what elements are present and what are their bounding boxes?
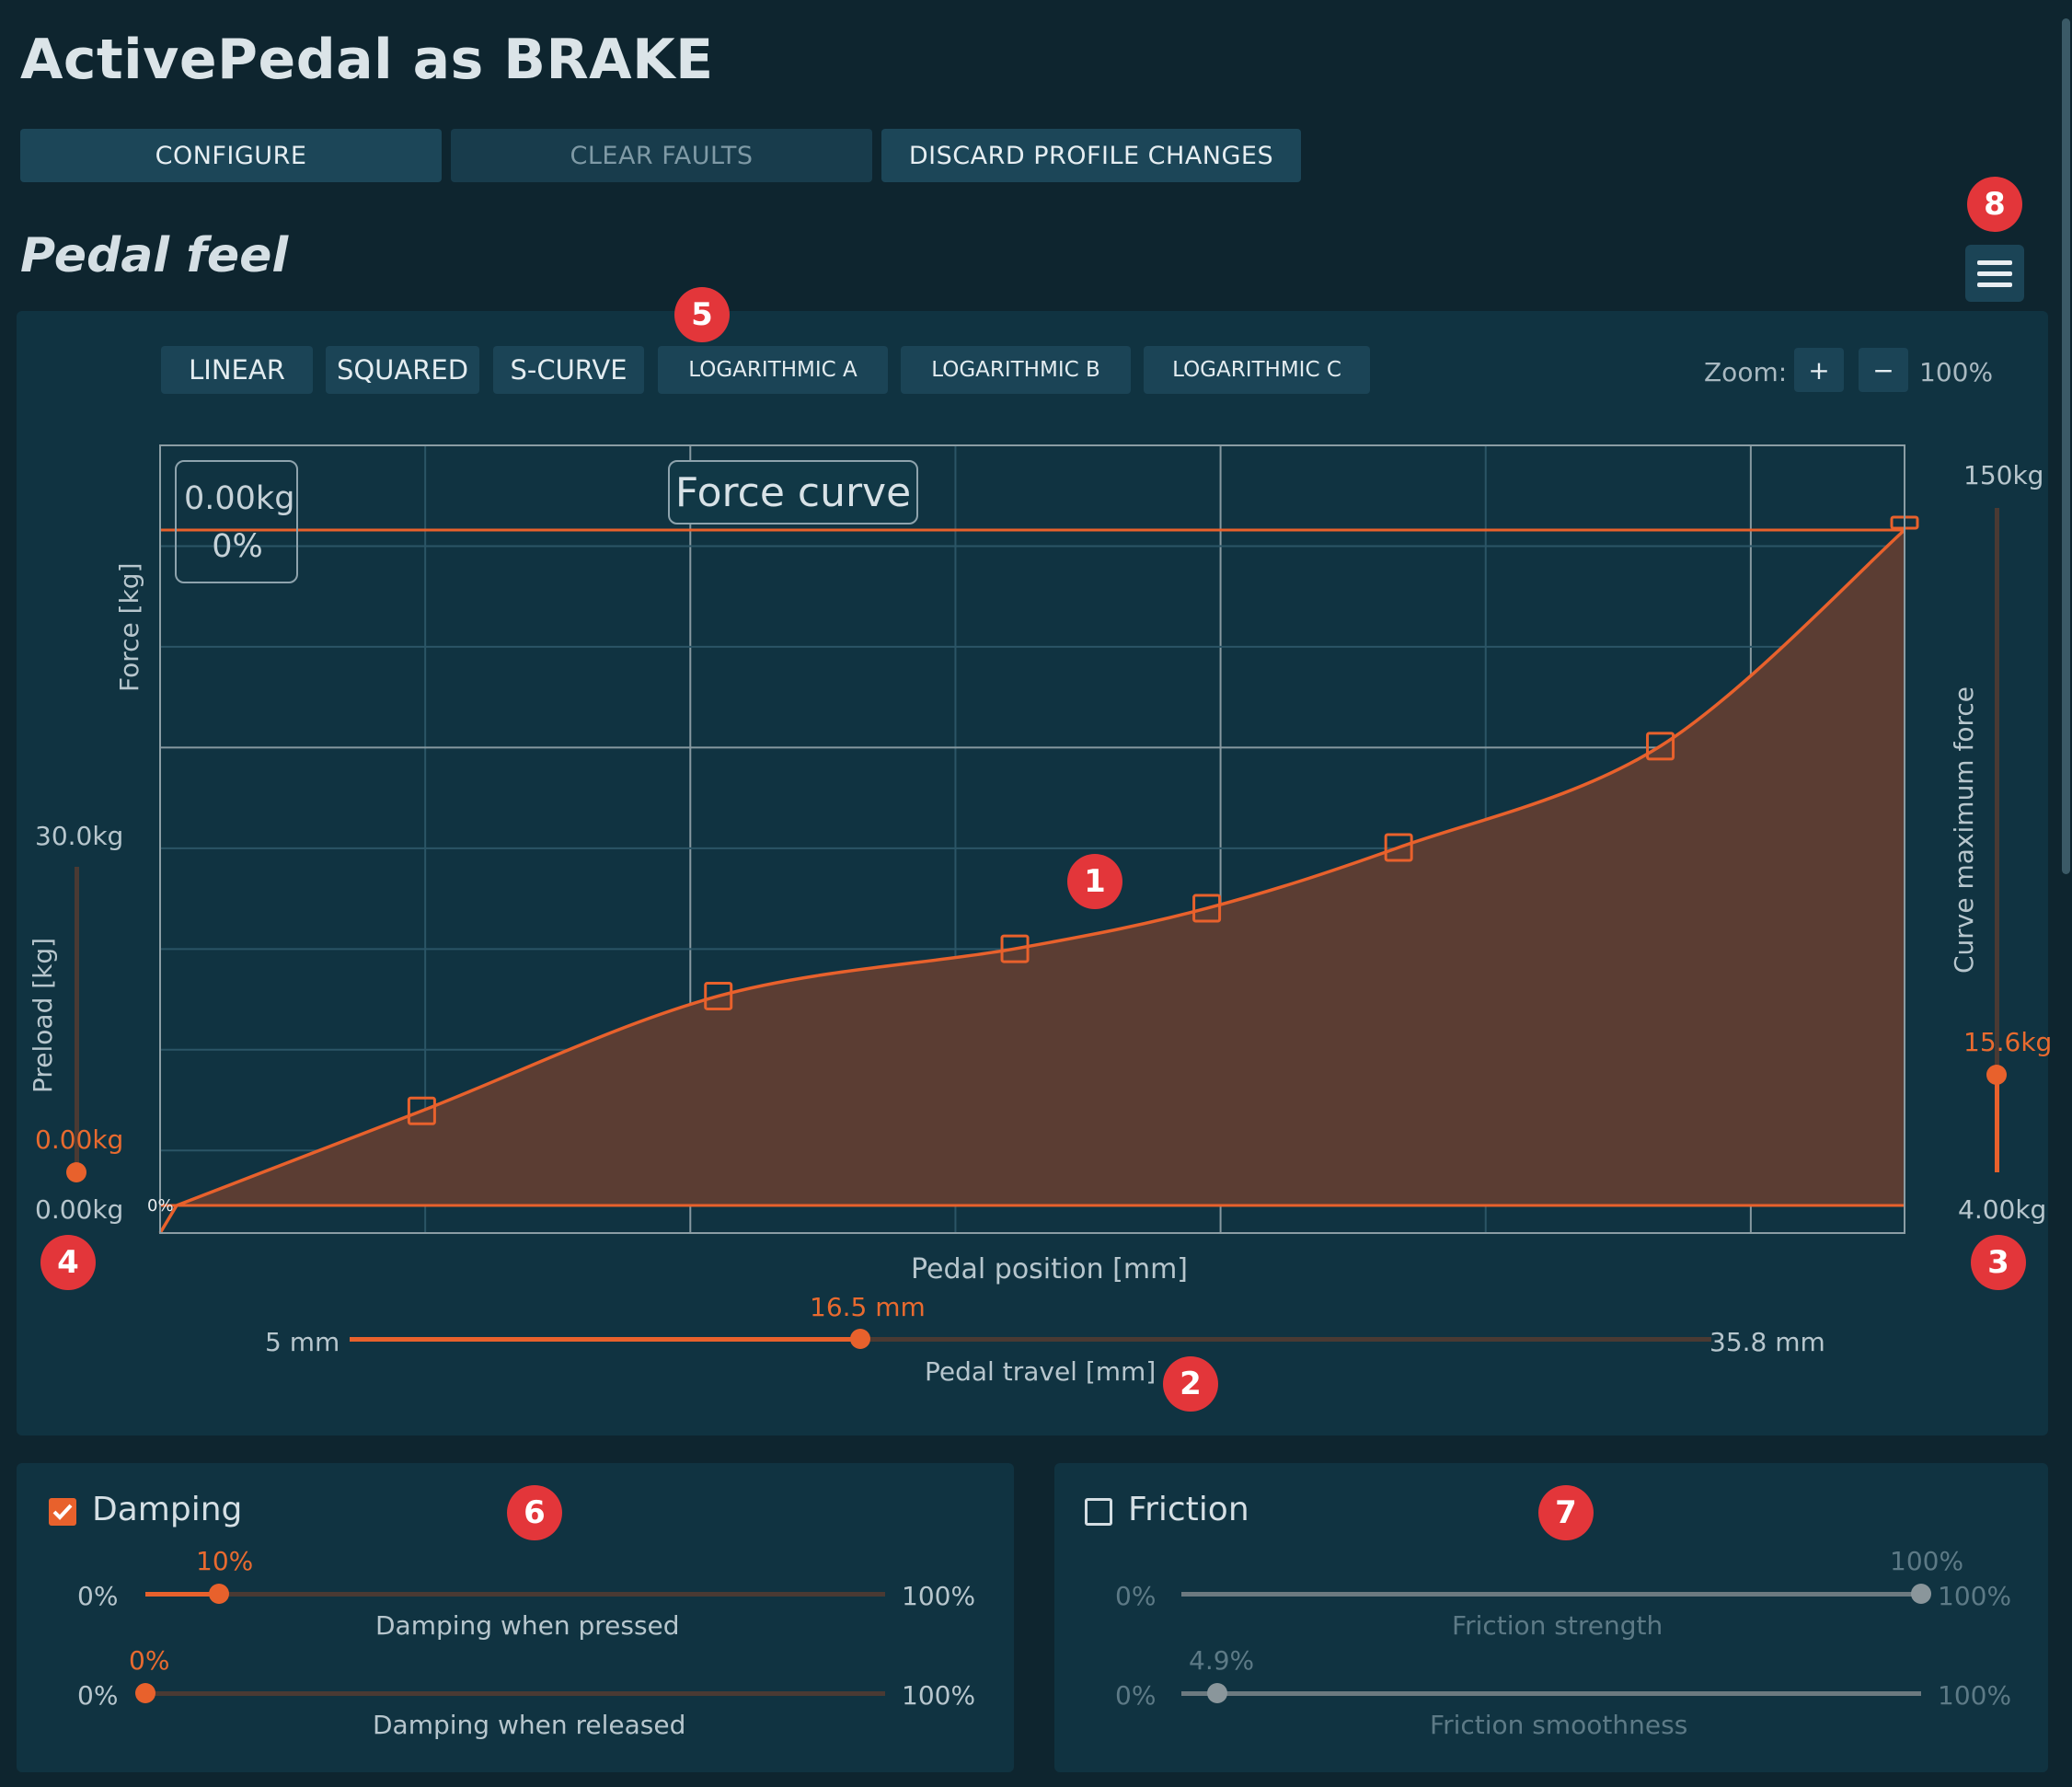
friction-title: Friction <box>1128 1491 1249 1528</box>
damping-checkbox[interactable] <box>49 1498 76 1526</box>
damping-pressed-label: Damping when pressed <box>375 1610 680 1641</box>
friction-strength-thumb[interactable] <box>1911 1584 1931 1604</box>
zero-percent-label: 0% <box>147 1196 174 1216</box>
preload-min-label: 0.00kg <box>35 1194 124 1225</box>
damping-pressed-thumb[interactable] <box>209 1584 229 1604</box>
x-axis-label: Pedal position [mm] <box>911 1253 1188 1285</box>
friction-smoothness-value: 4.9% <box>1189 1645 1255 1676</box>
damping-pressed-max: 100% <box>902 1581 976 1611</box>
pedal-travel-slider-fill <box>350 1337 860 1342</box>
damping-released-max: 100% <box>902 1680 976 1711</box>
friction-strength-track[interactable] <box>1181 1592 1921 1597</box>
callout-badge-5: 5 <box>676 289 728 340</box>
readout-force: 0.00kg <box>184 480 295 517</box>
friction-smoothness-max: 100% <box>1938 1680 2012 1711</box>
callout-badge-3: 3 <box>1973 1237 2024 1288</box>
y-axis-label: Force [kg] <box>114 562 144 693</box>
callout-badge-8: 8 <box>1969 179 2020 230</box>
preload-slider-thumb[interactable] <box>66 1162 86 1182</box>
preload-max-label: 30.0kg <box>35 821 124 851</box>
damping-pressed-min: 0% <box>77 1581 119 1611</box>
damping-released-thumb[interactable] <box>135 1683 155 1703</box>
damping-title: Damping <box>92 1491 243 1528</box>
callout-badge-1: 1 <box>1069 856 1121 907</box>
damping-pressed-track[interactable] <box>145 1592 885 1597</box>
friction-strength-label: Friction strength <box>1452 1610 1663 1641</box>
damping-pressed-fill <box>145 1592 219 1597</box>
friction-smoothness-track[interactable] <box>1181 1691 1921 1696</box>
damping-pressed-value: 10% <box>196 1546 254 1576</box>
force-curve-area <box>160 530 1905 1233</box>
friction-smoothness-label: Friction smoothness <box>1430 1710 1688 1740</box>
max-force-value: 15.6kg <box>1963 1027 2053 1057</box>
max-force-slider-fill <box>1995 1075 1999 1172</box>
chart-title: Force curve <box>674 469 912 516</box>
damping-released-min: 0% <box>77 1680 119 1711</box>
pedal-travel-slider-thumb[interactable] <box>850 1329 870 1349</box>
damping-released-track[interactable] <box>145 1691 885 1696</box>
callout-badge-7: 7 <box>1540 1487 1592 1539</box>
preload-value: 0.00kg <box>35 1124 124 1155</box>
max-force-label: Curve maximum force <box>1949 686 1979 974</box>
max-force-slider-thumb[interactable] <box>1986 1065 2007 1085</box>
friction-strength-max: 100% <box>1938 1581 2012 1611</box>
callout-badge-6: 6 <box>509 1487 560 1539</box>
friction-strength-value: 100% <box>1890 1546 1964 1576</box>
damping-released-value: 0% <box>129 1645 170 1676</box>
max-force-min-label: 4.00kg <box>1958 1194 2047 1225</box>
callout-badge-4: 4 <box>42 1237 94 1288</box>
max-force-max-label: 150kg <box>1963 460 2044 490</box>
pedal-travel-label: Pedal travel [mm] <box>925 1356 1157 1387</box>
callout-badge-2: 2 <box>1165 1358 1216 1410</box>
pedal-travel-value: 16.5 mm <box>810 1292 926 1322</box>
friction-checkbox[interactable] <box>1085 1498 1112 1526</box>
friction-smoothness-min: 0% <box>1115 1680 1157 1711</box>
readout-percent: 0% <box>212 528 263 565</box>
pedal-travel-max-label: 35.8 mm <box>1709 1327 1825 1357</box>
friction-strength-min: 0% <box>1115 1581 1157 1611</box>
friction-smoothness-thumb[interactable] <box>1207 1683 1227 1703</box>
checkmark-icon <box>52 1504 73 1520</box>
damping-released-label: Damping when released <box>373 1710 686 1740</box>
pedal-travel-min-label: 5 mm <box>265 1327 340 1357</box>
preload-label: Preload [kg] <box>28 937 58 1093</box>
